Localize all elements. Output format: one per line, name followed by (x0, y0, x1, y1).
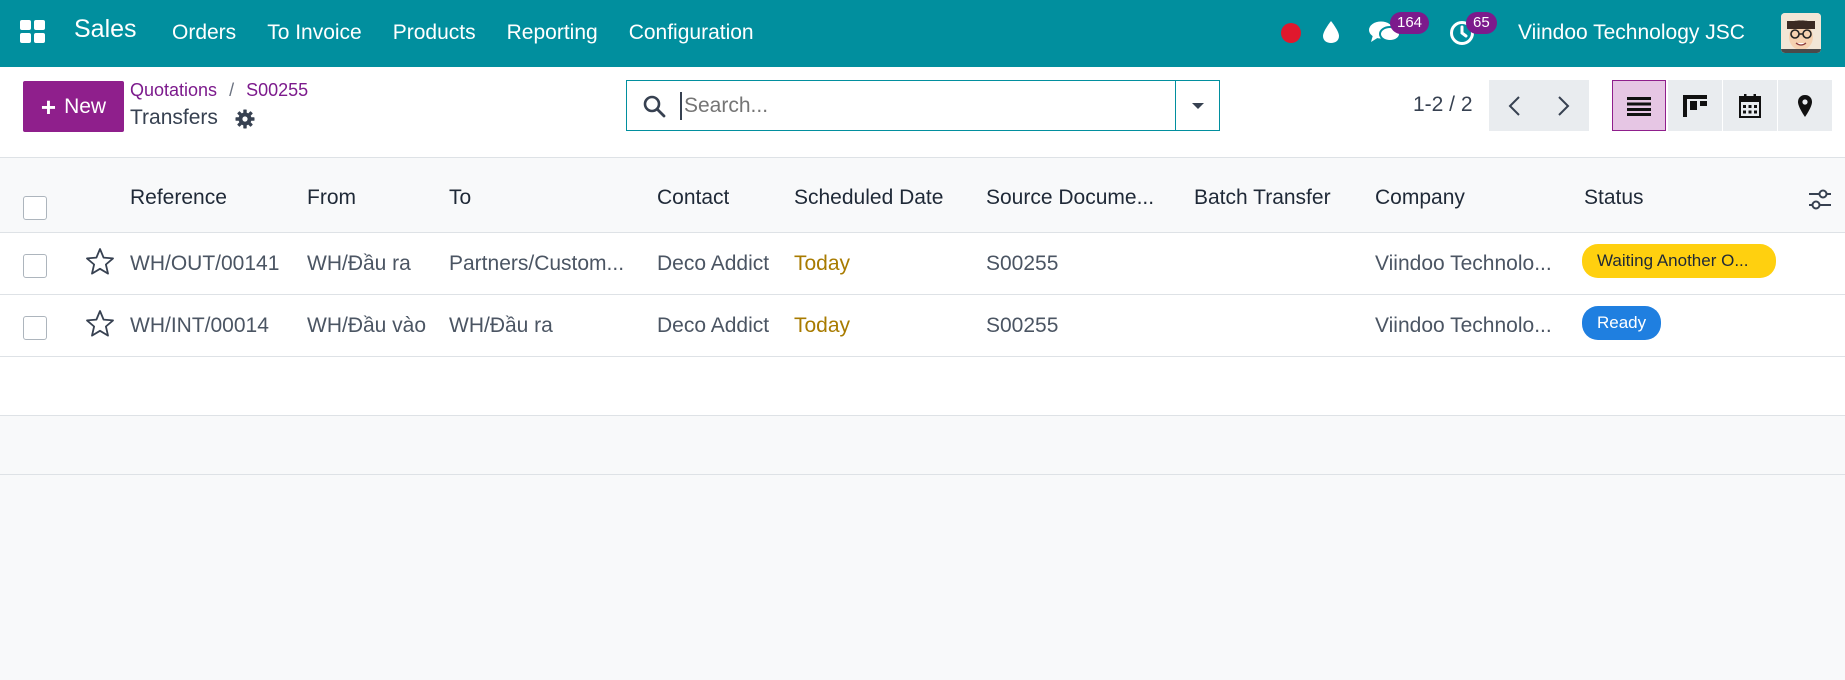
gear-icon[interactable] (235, 109, 255, 129)
select-all-checkbox[interactable] (23, 196, 47, 220)
star-icon[interactable] (85, 309, 115, 337)
breadcrumb-quotations[interactable]: Quotations (130, 80, 217, 101)
status-badge: Waiting Another O... (1582, 244, 1776, 278)
pager-value[interactable]: 1-2 / 2 (1413, 93, 1473, 117)
page-title: Transfers (130, 106, 218, 129)
app-brand[interactable]: Sales (74, 15, 137, 44)
column-header-scheduled-date[interactable]: Scheduled Date (794, 186, 943, 210)
cell-from: WH/Đầu vào (307, 314, 427, 337)
avatar-face-icon (1781, 13, 1821, 53)
column-header-from[interactable]: From (307, 186, 356, 210)
menu-item-to-invoice[interactable]: To Invoice (267, 21, 362, 45)
map-marker-icon (1798, 94, 1812, 117)
cell-reference: WH/OUT/00141 (130, 252, 280, 275)
cell-scheduled-date: Today (794, 252, 851, 275)
list-view-icon (1627, 96, 1651, 116)
table-header: Reference From To Contact Scheduled Date… (0, 158, 1845, 233)
map-view-button[interactable] (1778, 80, 1832, 131)
top-navbar: Sales Orders To Invoice Products Reporti… (0, 0, 1845, 67)
column-header-company[interactable]: Company (1375, 186, 1465, 210)
apps-grid-icon[interactable] (20, 20, 46, 44)
main-menu: Orders To Invoice Products Reporting Con… (172, 21, 785, 45)
cell-company: Viindoo Technolo... (1375, 314, 1552, 337)
company-switcher[interactable]: Viindoo Technology JSC (1518, 21, 1745, 45)
cell-to: WH/Đầu ra (449, 314, 553, 337)
cell-company: Viindoo Technolo... (1375, 252, 1552, 275)
cell-source-document: S00255 (986, 252, 1059, 275)
column-header-status[interactable]: Status (1584, 186, 1644, 210)
empty-row (0, 357, 1845, 416)
column-header-source-document[interactable]: Source Docume... (986, 186, 1164, 210)
recording-indicator[interactable] (1281, 23, 1301, 43)
cell-to: Partners/Custom... (449, 252, 625, 275)
search-bar (626, 80, 1220, 131)
kanban-view-icon (1683, 94, 1707, 117)
status-badge: Ready (1582, 306, 1662, 340)
column-header-contact[interactable]: Contact (657, 186, 729, 210)
cell-from: WH/Đầu ra (307, 252, 411, 275)
search-input[interactable] (680, 91, 1175, 120)
breadcrumb-order[interactable]: S00255 (246, 80, 308, 101)
search-options-toggle[interactable] (1175, 81, 1219, 130)
menu-item-reporting[interactable]: Reporting (507, 21, 598, 45)
new-button-label: New (64, 94, 107, 118)
control-panel: + New Quotations / S00255 Transfers Sear… (0, 67, 1845, 158)
search-icon (643, 95, 666, 117)
chevron-left-icon (1508, 95, 1520, 116)
star-icon[interactable] (85, 247, 115, 275)
column-header-to[interactable]: To (449, 186, 471, 210)
kanban-view-button[interactable] (1668, 80, 1722, 131)
table-row[interactable]: WH/INT/00014 WH/Đầu vào WH/Đầu ra Deco A… (0, 295, 1845, 357)
cell-reference: WH/INT/00014 (130, 314, 269, 337)
table-row[interactable]: WH/OUT/00141 WH/Đầu ra Partners/Custom..… (0, 233, 1845, 295)
menu-item-products[interactable]: Products (393, 21, 476, 45)
cell-scheduled-date: Today (794, 314, 851, 337)
menu-item-orders[interactable]: Orders (172, 21, 236, 45)
cell-contact: Deco Addict (657, 314, 770, 337)
new-button[interactable]: + New (23, 81, 124, 132)
user-avatar[interactable] (1781, 13, 1821, 53)
activity-count-badge: 65 (1466, 12, 1497, 34)
calendar-view-icon (1739, 93, 1761, 118)
water-drop-icon[interactable] (1322, 20, 1340, 44)
pager-next-button[interactable] (1539, 80, 1589, 131)
column-options-icon[interactable] (1808, 189, 1832, 211)
row-checkbox[interactable] (23, 316, 47, 340)
pager-previous-button[interactable] (1489, 80, 1539, 131)
chat-count-badge: 164 (1390, 12, 1430, 34)
menu-item-configuration[interactable]: Configuration (629, 21, 754, 45)
caret-down-icon (1191, 102, 1204, 109)
transfers-list-table: Reference From To Contact Scheduled Date… (0, 158, 1845, 475)
breadcrumb: Quotations / S00255 (130, 80, 308, 101)
breadcrumb-separator: / (229, 80, 235, 100)
cell-contact: Deco Addict (657, 252, 770, 275)
row-checkbox[interactable] (23, 254, 47, 278)
plus-icon: + (40, 91, 57, 122)
cell-source-document: S00255 (986, 314, 1059, 337)
empty-row (0, 416, 1845, 475)
column-header-reference[interactable]: Reference (130, 186, 227, 210)
chevron-right-icon (1558, 95, 1570, 116)
column-header-batch-transfer[interactable]: Batch Transfer (1194, 186, 1331, 210)
calendar-view-button[interactable] (1723, 80, 1777, 131)
list-view-button[interactable] (1612, 80, 1666, 131)
